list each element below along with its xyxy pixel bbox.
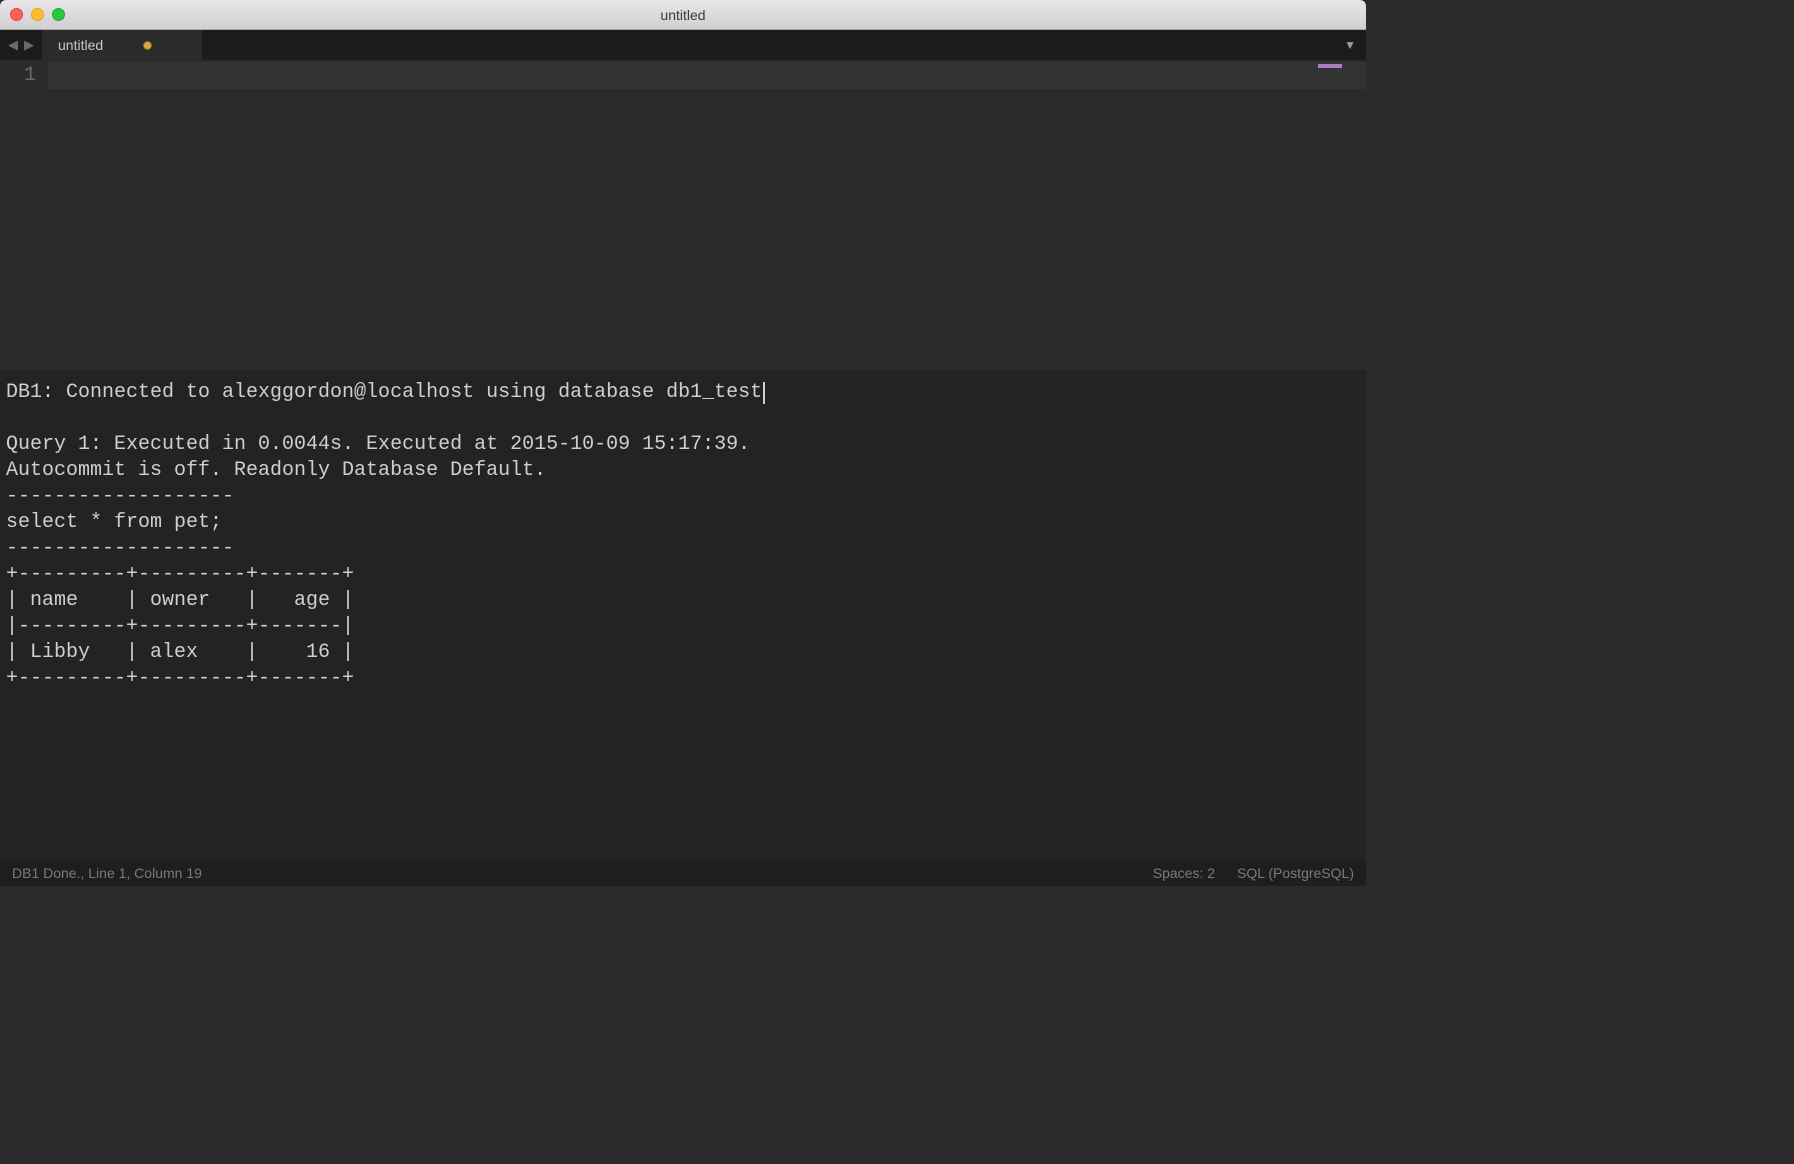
- output-table-row: | Libby | alex | 16 |: [6, 641, 354, 664]
- output-table-header: | name | owner | age |: [6, 589, 354, 612]
- status-syntax[interactable]: SQL (PostgreSQL): [1237, 865, 1354, 881]
- tab-untitled[interactable]: untitled: [42, 30, 202, 60]
- window-title: untitled: [0, 7, 1366, 23]
- status-bar: DB1 Done., Line 1, Column 19 Spaces: 2 S…: [0, 860, 1366, 886]
- output-query-header-1: Query 1: Executed in 0.0044s. Executed a…: [6, 433, 750, 456]
- output-connection-line: DB1: Connected to alexggordon@localhost …: [6, 381, 762, 404]
- tab-label: untitled: [58, 37, 103, 53]
- output-table-border-bottom: +---------+---------+-------+: [6, 667, 354, 690]
- zoom-window-button[interactable]: [52, 8, 65, 21]
- output-table-separator: |---------+---------+-------|: [6, 615, 354, 638]
- output-cursor: [763, 382, 765, 404]
- gutter: 1: [0, 60, 48, 370]
- nav-next-icon[interactable]: ▶: [24, 37, 34, 53]
- output-query-sql: select * from pet;: [6, 511, 222, 534]
- status-indentation[interactable]: Spaces: 2: [1153, 865, 1215, 881]
- active-line-highlight: [48, 62, 1366, 89]
- code-area[interactable]: select * from pet;: [48, 60, 1366, 370]
- status-position[interactable]: DB1 Done., Line 1, Column 19: [12, 865, 1131, 881]
- tab-overflow-icon[interactable]: ▼: [1344, 30, 1366, 60]
- line-number: 1: [0, 62, 36, 90]
- nav-prev-icon[interactable]: ◀: [8, 37, 18, 53]
- output-query-header-2: Autocommit is off. Readonly Database Def…: [6, 459, 546, 482]
- output-divider-top: -------------------: [6, 485, 234, 508]
- minimap[interactable]: [1318, 64, 1342, 68]
- tab-nav-arrows: ◀ ▶: [0, 30, 42, 60]
- tab-bar: ◀ ▶ untitled ▼: [0, 30, 1366, 60]
- output-table-border-top: +---------+---------+-------+: [6, 563, 354, 586]
- editor-window: untitled ◀ ▶ untitled ▼ 1 select * from …: [0, 0, 1366, 886]
- close-window-button[interactable]: [10, 8, 23, 21]
- output-divider-bottom: -------------------: [6, 537, 234, 560]
- output-panel[interactable]: DB1: Connected to alexggordon@localhost …: [0, 370, 1366, 860]
- traffic-lights: [10, 8, 65, 21]
- unsaved-indicator-icon: [143, 41, 152, 50]
- chevron-down-icon: ▼: [1344, 38, 1356, 52]
- code-editor[interactable]: 1 select * from pet;: [0, 60, 1366, 370]
- titlebar[interactable]: untitled: [0, 0, 1366, 30]
- minimize-window-button[interactable]: [31, 8, 44, 21]
